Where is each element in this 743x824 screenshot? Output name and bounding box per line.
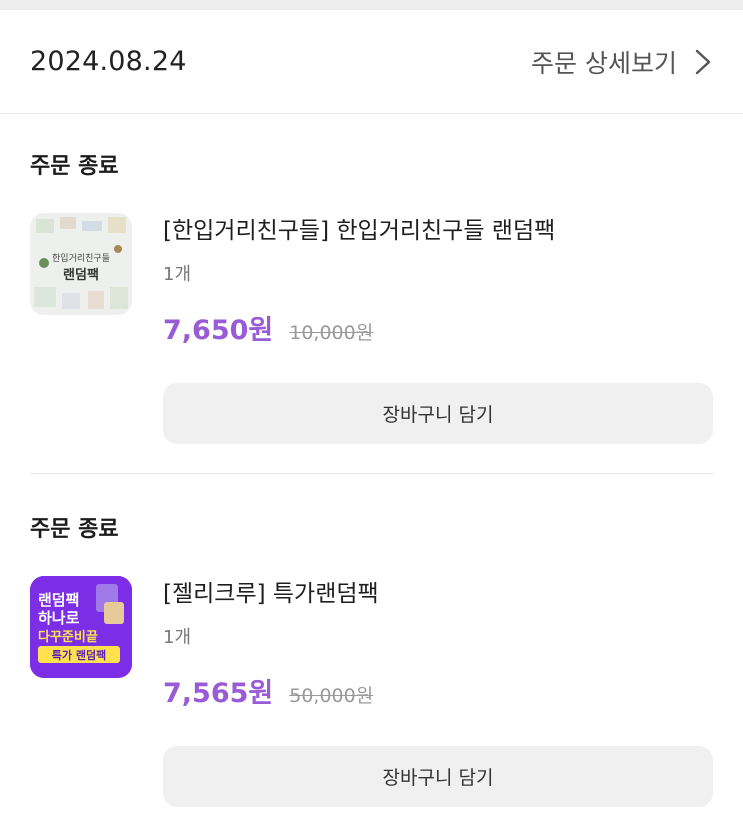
chevron-right-icon — [695, 49, 711, 74]
order-date: 2024.08.24 — [30, 46, 187, 77]
product-info: [젤리크루] 특가랜덤팩 1개 7,565원 50,000원 장바구니 담기 — [163, 576, 713, 807]
thumb-text-2: 하나로 — [38, 609, 80, 627]
top-spacer — [0, 0, 743, 10]
sale-price: 7,565원 — [163, 678, 274, 709]
product-info: [한입거리친구들] 한입거리친구들 랜덤팩 1개 7,650원 10,000원 … — [163, 213, 713, 444]
product-thumbnail-art: 랜덤팩 하나로 다꾸준비끝 특가 랜덤팩 — [30, 576, 132, 678]
product-thumbnail[interactable]: 한입거리친구들 랜덤팩 — [30, 213, 132, 315]
original-price: 50,000원 — [289, 685, 374, 707]
thumb-text-1: 랜덤팩 — [38, 591, 79, 609]
order-item-2: 주문 종료 랜덤팩 하나로 다꾸준비끝 특가 랜덤팩 [젤리크루] 특가랜덤팩 … — [0, 474, 743, 807]
product-name[interactable]: [젤리크루] 특가랜덤팩 — [163, 579, 713, 609]
product-quantity: 1개 — [163, 627, 192, 648]
product-thumbnail[interactable]: 랜덤팩 하나로 다꾸준비끝 특가 랜덤팩 — [30, 576, 132, 678]
order-detail-label: 주문 상세보기 — [531, 48, 677, 78]
thumb-text-4: 특가 랜덤팩 — [52, 648, 106, 662]
order-item-1: 주문 종료 한입거리친구들 랜덤팩 [한입거리친구들] 한입거리친구들 랜덤팩 … — [0, 114, 743, 444]
add-to-cart-button[interactable]: 장바구니 담기 — [163, 383, 713, 444]
sale-price: 7,650원 — [163, 315, 274, 346]
add-to-cart-button[interactable]: 장바구니 담기 — [163, 746, 713, 807]
thumb-text-1: 한입거리친구들 — [52, 252, 110, 264]
product-thumbnail-art: 한입거리친구들 랜덤팩 — [30, 213, 132, 315]
product-row: 랜덤팩 하나로 다꾸준비끝 특가 랜덤팩 [젤리크루] 특가랜덤팩 1개 7,5… — [30, 576, 713, 807]
order-status: 주문 종료 — [30, 517, 119, 542]
price-row: 7,650원 10,000원 — [163, 308, 713, 347]
thumb-text-3: 다꾸준비끝 — [38, 629, 98, 645]
order-detail-link[interactable]: 주문 상세보기 — [531, 44, 713, 80]
product-row: 한입거리친구들 랜덤팩 [한입거리친구들] 한입거리친구들 랜덤팩 1개 7,6… — [30, 213, 713, 444]
price-row: 7,565원 50,000원 — [163, 671, 713, 710]
original-price: 10,000원 — [289, 322, 374, 344]
product-quantity: 1개 — [163, 264, 192, 285]
product-name[interactable]: [한입거리친구들] 한입거리친구들 랜덤팩 — [163, 216, 713, 246]
order-status: 주문 종료 — [30, 154, 119, 179]
thumb-text-2: 랜덤팩 — [63, 267, 99, 283]
order-header: 2024.08.24 주문 상세보기 — [0, 10, 743, 114]
